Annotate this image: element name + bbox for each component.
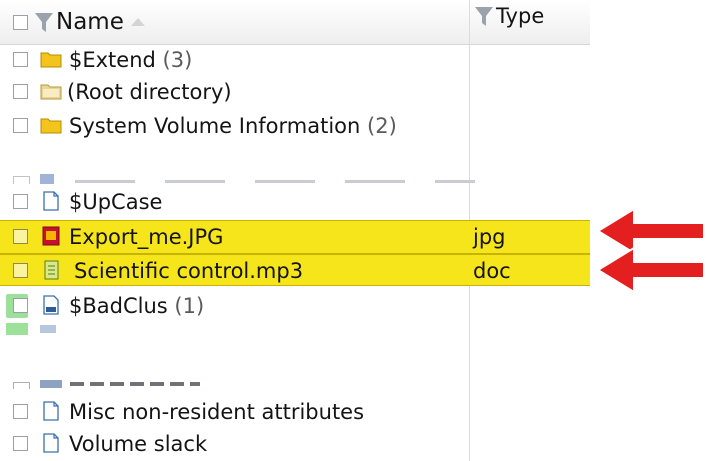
row-checkbox[interactable] bbox=[13, 404, 28, 419]
file-name: $UpCase bbox=[69, 190, 163, 214]
row-checkbox[interactable] bbox=[13, 263, 28, 278]
item-count: (1) bbox=[174, 294, 205, 318]
list-item[interactable]: (Root directory) bbox=[0, 76, 590, 108]
column-header: Name Type bbox=[0, 0, 590, 45]
filter-icon[interactable] bbox=[34, 10, 54, 34]
file-name: Volume slack bbox=[69, 432, 208, 456]
file-name: Export_me.JPG bbox=[69, 225, 224, 249]
type-column-label: Type bbox=[496, 4, 545, 28]
file-name: (Root directory) bbox=[67, 80, 232, 104]
list-item[interactable]: Volume slack bbox=[0, 428, 590, 460]
cropped-row bbox=[0, 170, 590, 184]
file-icon bbox=[43, 433, 59, 453]
file-icon bbox=[43, 191, 59, 211]
item-count: (3) bbox=[162, 48, 193, 72]
row-checkbox[interactable] bbox=[13, 84, 28, 99]
list-item[interactable]: System Volume Information (2) bbox=[0, 110, 590, 142]
row-checkbox[interactable] bbox=[13, 229, 28, 244]
list-item[interactable]: $BadClus (1) bbox=[0, 290, 590, 322]
file-name: Misc non-resident attributes bbox=[69, 400, 365, 424]
file-type: jpg bbox=[473, 225, 506, 249]
system-file-icon bbox=[43, 295, 59, 315]
type-column-header[interactable]: Type bbox=[474, 0, 544, 32]
red-arrow-icon bbox=[596, 246, 705, 294]
name-column-label: Name bbox=[56, 9, 124, 35]
file-name: $BadClus bbox=[69, 294, 168, 318]
list-item-highlighted[interactable]: Scientific control.mp3 doc bbox=[0, 254, 590, 286]
filter-icon[interactable] bbox=[474, 4, 494, 28]
select-all-checkbox[interactable] bbox=[13, 15, 28, 30]
root-folder-icon bbox=[40, 84, 62, 100]
list-item[interactable]: Misc non-resident attributes bbox=[0, 396, 590, 428]
cropped-row bbox=[0, 323, 590, 339]
folder-icon bbox=[40, 118, 62, 134]
list-item[interactable]: $UpCase bbox=[0, 186, 590, 218]
file-name: System Volume Information bbox=[69, 114, 361, 138]
file-name: Scientific control.mp3 bbox=[74, 259, 304, 283]
list-item-highlighted[interactable]: Export_me.JPG jpg bbox=[0, 220, 590, 254]
row-checkbox[interactable] bbox=[13, 52, 28, 67]
item-count: (2) bbox=[367, 114, 397, 138]
row-checkbox[interactable] bbox=[13, 298, 28, 313]
file-type: doc bbox=[473, 259, 511, 283]
row-checkbox[interactable] bbox=[13, 436, 28, 451]
jpg-file-icon bbox=[42, 226, 60, 246]
file-name: $Extend bbox=[69, 48, 156, 72]
cropped-row bbox=[0, 378, 590, 390]
file-icon bbox=[43, 401, 59, 421]
sort-ascending-icon bbox=[130, 18, 145, 26]
row-checkbox[interactable] bbox=[13, 118, 28, 133]
folder-icon bbox=[40, 52, 62, 68]
doc-file-icon bbox=[44, 260, 59, 280]
name-column-header[interactable]: Name bbox=[34, 0, 150, 44]
row-checkbox[interactable] bbox=[13, 194, 28, 209]
list-item[interactable]: $Extend (3) bbox=[0, 44, 590, 76]
